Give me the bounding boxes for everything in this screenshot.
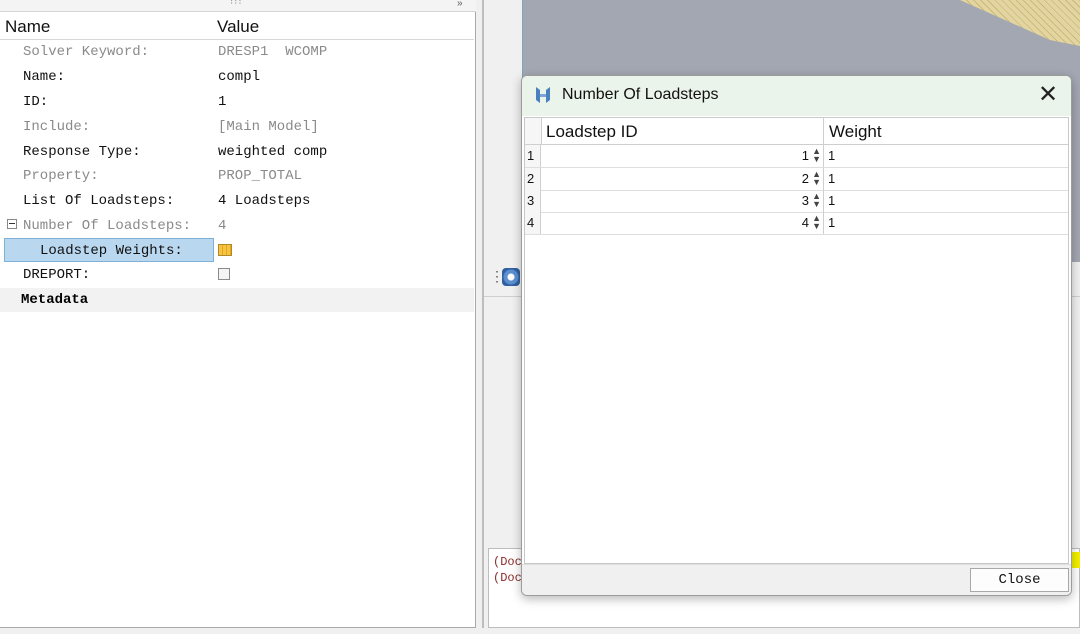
row-name[interactable]: Name: compl — [0, 65, 474, 89]
property-label: Include: — [23, 119, 91, 135]
properties-header: Name Value — [0, 16, 474, 40]
property-value[interactable]: compl — [218, 69, 260, 85]
value-column-header[interactable]: Value — [217, 17, 259, 37]
property-value: PROP_TOTAL — [218, 168, 303, 184]
property-label: DREPORT: — [23, 267, 91, 283]
weight-cell[interactable]: 1 — [828, 193, 835, 208]
metadata-label: Metadata — [21, 292, 89, 308]
properties-panel: ⁝⁝⁝ » Name Value Solver Keyword: DRESP1 … — [0, 0, 476, 628]
property-label: List Of Loadsteps: — [23, 193, 175, 209]
row-property[interactable]: Property: PROP_TOTAL — [0, 164, 474, 188]
dialog-title: Number Of Loadsteps — [562, 86, 719, 103]
property-label: Loadstep Weights: — [40, 243, 183, 259]
row-response-type[interactable]: Response Type: weighted comp — [0, 140, 474, 164]
property-label: Number Of Loadsteps: — [23, 218, 192, 234]
row-id[interactable]: ID: 1 — [0, 90, 474, 114]
column-divider — [823, 190, 824, 212]
loadstep-id-cell[interactable]: 3 ▲ ▼ — [541, 190, 823, 212]
metadata-section[interactable]: Metadata — [0, 288, 474, 312]
property-label: Property: — [23, 168, 99, 184]
spin-arrows-icon[interactable]: ▲ ▼ — [812, 192, 821, 209]
table-row[interactable]: 1 1 ▲ ▼ 1 — [525, 145, 1068, 168]
row-solver-keyword[interactable]: Solver Keyword: DRESP1 WCOMP — [0, 40, 474, 64]
panel-splitter[interactable] — [482, 0, 484, 628]
weight-cell[interactable]: 1 — [828, 215, 835, 230]
loadstep-id-value: 2 — [801, 171, 809, 186]
loadstep-id-value: 1 — [801, 148, 809, 163]
loadstep-id-cell[interactable]: 4 ▲ ▼ — [541, 212, 823, 234]
spin-arrows-icon[interactable]: ▲ ▼ — [812, 214, 821, 231]
row-include[interactable]: Include: [Main Model] — [0, 115, 474, 139]
dialog-titlebar[interactable]: Number Of Loadsteps ✕ — [522, 76, 1071, 116]
grip-dots-icon[interactable]: ⁝⁝⁝ — [230, 0, 243, 7]
row-number[interactable]: 4 — [525, 212, 541, 234]
console-line: (Doc — [493, 555, 522, 569]
dreport-checkbox[interactable] — [218, 268, 230, 280]
console-line: (Doc — [493, 571, 522, 585]
weight-cell[interactable]: 1 — [828, 171, 835, 186]
property-label: ID: — [23, 94, 49, 110]
name-column-header[interactable]: Name — [5, 17, 50, 37]
dialog-footer: Close — [522, 564, 1071, 595]
table-corner[interactable] — [525, 118, 542, 144]
number-of-loadsteps-dialog: Number Of Loadsteps ✕ Loadstep ID Weight… — [521, 75, 1072, 596]
spin-arrows-icon[interactable]: ▲ ▼ — [812, 147, 821, 164]
row-number[interactable]: 2 — [525, 168, 541, 190]
row-number[interactable]: 3 — [525, 190, 541, 212]
loadstep-id-cell[interactable]: 1 ▲ ▼ — [541, 145, 823, 167]
row-list-of-loadsteps[interactable]: List Of Loadsteps: 4 Loadsteps — [0, 189, 474, 213]
close-button[interactable]: Close — [970, 568, 1069, 592]
property-value[interactable]: 1 — [218, 94, 226, 110]
spin-arrows-icon[interactable]: ▲ ▼ — [812, 170, 821, 187]
property-value[interactable]: weighted comp — [218, 144, 327, 160]
property-value[interactable]: 4 Loadsteps — [218, 193, 310, 209]
column-header-loadstep-id[interactable]: Loadstep ID — [546, 122, 638, 142]
close-icon[interactable]: ✕ — [1038, 81, 1058, 109]
loadstep-id-value: 3 — [801, 193, 809, 208]
weight-cell[interactable]: 1 — [828, 148, 835, 163]
table-row[interactable]: 2 2 ▲ ▼ 1 — [525, 168, 1068, 191]
table-row[interactable]: 4 4 ▲ ▼ 1 — [525, 212, 1068, 235]
table-edit-icon[interactable] — [218, 244, 232, 256]
column-header-weight[interactable]: Weight — [829, 122, 882, 142]
table-row[interactable]: 3 3 ▲ ▼ 1 — [525, 190, 1068, 213]
row-loadstep-weights[interactable]: Loadstep Weights: — [0, 239, 474, 263]
loadstep-table: Loadstep ID Weight 1 1 ▲▼ 1 2 2 ▲▼ 1 3 — [524, 117, 1069, 564]
property-label: Response Type: — [23, 144, 141, 160]
loadstep-id-cell[interactable]: 2 ▲ ▼ — [541, 168, 823, 190]
column-divider — [823, 168, 824, 190]
column-divider — [823, 145, 824, 167]
column-divider — [823, 212, 824, 234]
row-dreport[interactable]: DREPORT: — [0, 263, 474, 287]
table-header: Loadstep ID Weight — [525, 118, 1068, 145]
column-divider[interactable] — [823, 118, 824, 144]
property-label: Solver Keyword: — [23, 44, 150, 60]
toolbar-gear-icon[interactable] — [502, 268, 520, 286]
hypermesh-logo-icon — [536, 87, 550, 103]
collapse-chevron-icon[interactable]: » — [457, 0, 463, 9]
row-number-of-loadsteps[interactable]: Number Of Loadsteps: 4 — [0, 214, 474, 238]
loadstep-id-value: 4 — [801, 215, 809, 230]
property-label: Name: — [23, 69, 66, 85]
property-value: DRESP1 WCOMP — [218, 44, 328, 60]
property-value: [Main Model] — [218, 119, 319, 135]
row-number[interactable]: 1 — [525, 145, 541, 167]
property-value: 4 — [218, 218, 227, 234]
panel-grip[interactable]: ⁝⁝⁝ » — [0, 0, 476, 12]
